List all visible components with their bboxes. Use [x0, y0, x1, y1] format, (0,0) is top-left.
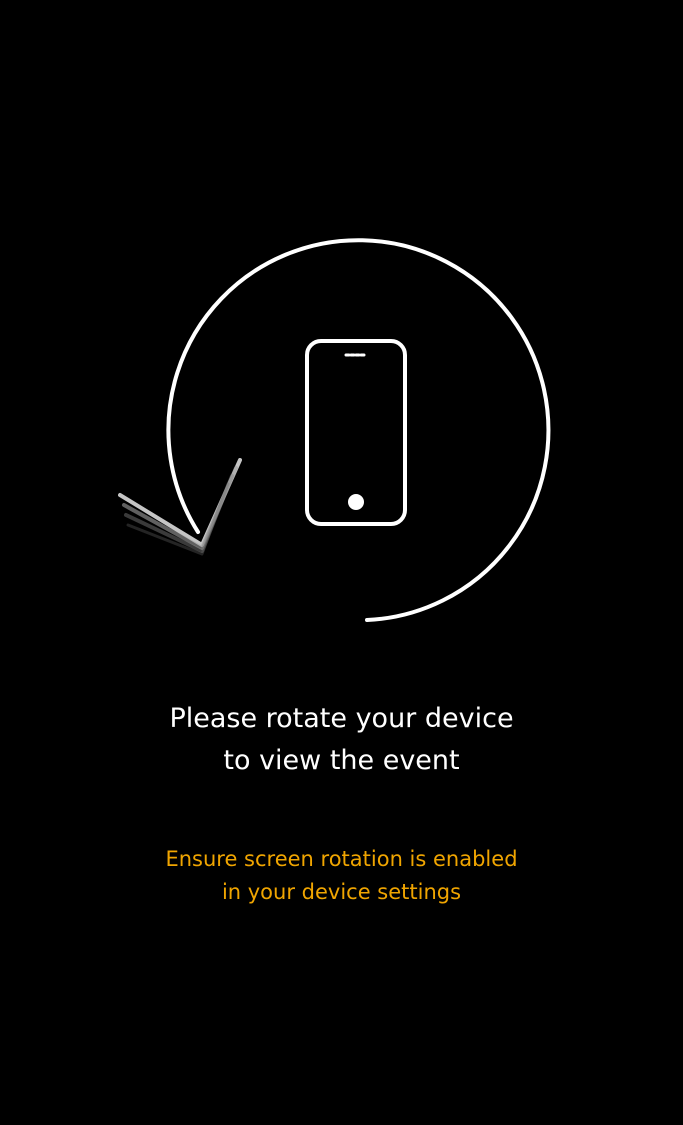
- rotation-hint: Ensure screen rotation is enabled in you…: [0, 843, 683, 909]
- rotate-illustration: [118, 238, 551, 622]
- rotate-message: Please rotate your device to view the ev…: [0, 698, 683, 782]
- rotate-message-line-1: Please rotate your device: [169, 703, 514, 734]
- phone-icon: [305, 339, 407, 526]
- rotate-message-line-2: to view the event: [223, 745, 460, 776]
- rotation-hint-line-2: in your device settings: [221, 880, 462, 904]
- rotate-device-screen: Please rotate your device to view the ev…: [0, 0, 683, 1125]
- rotate-arrow-icon: [118, 238, 551, 622]
- rotation-hint-line-1: Ensure screen rotation is enabled: [165, 847, 518, 871]
